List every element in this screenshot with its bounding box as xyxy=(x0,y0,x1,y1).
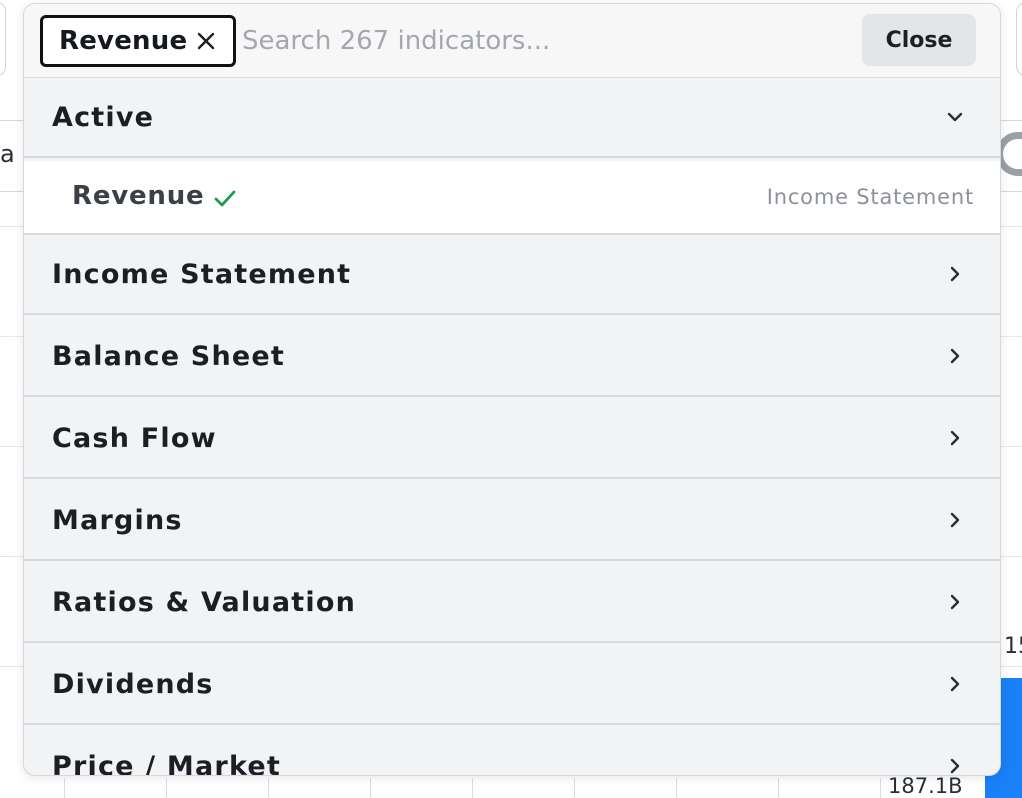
section-label: Ratios & Valuation xyxy=(52,586,357,618)
chevron-right-icon xyxy=(950,676,960,692)
active-indicator-item[interactable]: Revenue Income Statement xyxy=(24,161,1000,235)
chart-tick xyxy=(778,778,779,798)
chart-tick xyxy=(166,778,167,798)
background-left-control xyxy=(0,2,6,76)
chart-tick xyxy=(472,778,473,798)
search-bar: Revenue Close xyxy=(24,4,1000,78)
chevron-right-icon xyxy=(950,348,960,364)
selected-indicator-chip[interactable]: Revenue xyxy=(40,15,236,67)
section-price-market[interactable]: Price / Market xyxy=(24,727,1000,776)
background-right-control xyxy=(1016,2,1022,76)
section-income-statement[interactable]: Income Statement xyxy=(24,235,1000,315)
chart-tick xyxy=(268,778,269,798)
close-button[interactable]: Close xyxy=(862,14,976,66)
section-ratios-valuation[interactable]: Ratios & Valuation xyxy=(24,563,1000,643)
chart-tick xyxy=(574,778,575,798)
section-active[interactable]: Active xyxy=(24,78,1000,158)
active-indicator-label: Revenue xyxy=(72,181,205,211)
section-label: Price / Market xyxy=(52,750,281,776)
chevron-down-icon xyxy=(947,112,963,122)
section-label: Dividends xyxy=(52,668,214,700)
section-label: Income Statement xyxy=(52,258,352,290)
chevron-right-icon xyxy=(950,430,960,446)
active-indicator-category: Income Statement xyxy=(766,185,974,209)
chart-tick xyxy=(370,778,371,798)
section-label: Balance Sheet xyxy=(52,340,286,372)
chevron-right-icon xyxy=(950,512,960,528)
chart-tick xyxy=(676,778,677,798)
section-label: Margins xyxy=(52,504,183,536)
section-margins[interactable]: Margins xyxy=(24,481,1000,561)
chart-tick xyxy=(64,778,65,798)
check-icon xyxy=(214,190,236,207)
chevron-right-icon xyxy=(950,266,960,282)
chart-value-label: 187.1B xyxy=(888,774,963,798)
chevron-right-icon xyxy=(950,758,960,774)
chip-label: Revenue xyxy=(59,26,188,56)
section-label: Active xyxy=(52,101,155,133)
close-icon[interactable] xyxy=(195,30,217,52)
section-cash-flow[interactable]: Cash Flow xyxy=(24,399,1000,479)
chart-tick xyxy=(880,778,881,798)
section-label: Cash Flow xyxy=(52,422,217,454)
chevron-right-icon xyxy=(950,594,960,610)
section-dividends[interactable]: Dividends xyxy=(24,645,1000,725)
section-balance-sheet[interactable]: Balance Sheet xyxy=(24,317,1000,397)
chart-axis-label: 15 xyxy=(1004,634,1022,659)
indicator-picker: Revenue Close Active Revenue Income Stat… xyxy=(23,3,1001,776)
search-input[interactable] xyxy=(242,18,842,64)
